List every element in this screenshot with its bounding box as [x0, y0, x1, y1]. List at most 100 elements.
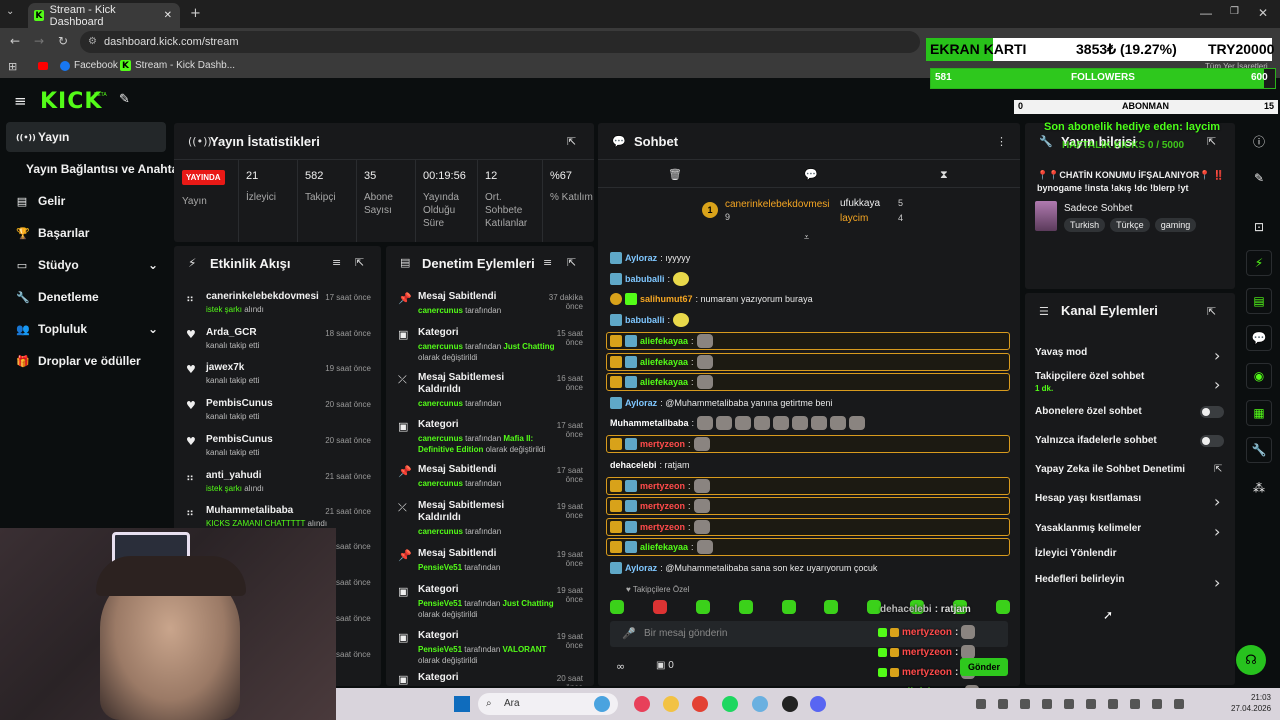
chat-username[interactable]: mertyzeon: [640, 501, 685, 511]
tray-icon[interactable]: [976, 699, 986, 709]
screenshot-icon[interactable]: ⊡: [1246, 214, 1272, 240]
tray-icon[interactable]: [1064, 699, 1074, 709]
popout-icon[interactable]: ⇱: [1207, 305, 1216, 318]
channel-action-item[interactable]: İzleyici Yönlendir: [1035, 548, 1117, 559]
hourglass-icon[interactable]: ⧗: [940, 168, 948, 182]
emote-icon[interactable]: [695, 600, 710, 614]
apps-icon[interactable]: ⊞: [8, 60, 17, 73]
sidebar-item[interactable]: Yayın Bağlantısı ve Anahtarı: [6, 154, 186, 184]
moderation-item[interactable]: ▣ Kategori 20 saat önce: [386, 672, 591, 686]
spotify-icon[interactable]: [722, 696, 738, 712]
close-tab-icon[interactable]: ✕: [164, 10, 172, 21]
popout-icon[interactable]: ⇱: [567, 135, 576, 148]
channel-action-item[interactable]: Hedefleri belirleyin: [1035, 574, 1124, 585]
channel-action-item[interactable]: Takipçilere özel sohbet 1 dk.: [1035, 371, 1144, 393]
youtube-icon[interactable]: [38, 62, 48, 70]
chat-message[interactable]: mertyzeon:: [610, 477, 710, 495]
moderation-item[interactable]: ⤫ Mesaj Sabitlemesi Kaldırıldı canercunus …: [386, 500, 591, 540]
collapse-icon[interactable]: ⩡: [804, 233, 809, 243]
forward-icon[interactable]: →: [34, 34, 44, 48]
activity-item[interactable]: ⠶ anti_yahudi istek şarkı alındı 21 saat ön…: [174, 470, 379, 506]
tray-icon[interactable]: [1108, 699, 1118, 709]
emote-icon[interactable]: [652, 600, 667, 614]
activity-item[interactable]: ♥ Arda_GCR kanalı takip etti 18 saat önce: [174, 327, 379, 363]
chat-message[interactable]: dehacelebi: ratjam: [610, 456, 690, 474]
chat-username[interactable]: aliefekayaa: [640, 336, 688, 346]
chat-username[interactable]: Ayloraz: [625, 253, 657, 263]
tray-icon[interactable]: [1152, 699, 1162, 709]
people-icon[interactable]: ⁂: [1246, 475, 1272, 501]
tools-icon[interactable]: ✎: [119, 92, 130, 107]
chevron-right-icon[interactable]: ›: [1214, 375, 1220, 394]
windows-start-icon[interactable]: [454, 696, 470, 712]
moderation-item[interactable]: ▣ Kategori PensieVe51 tarafından Just Chat…: [386, 584, 591, 624]
sidebar-item[interactable]: ▤ Gelir: [6, 186, 166, 216]
chat-message[interactable]: mertyzeon:: [610, 497, 710, 515]
chevron-right-icon[interactable]: ›: [1214, 346, 1220, 365]
close-window-icon[interactable]: ✕: [1258, 6, 1268, 20]
lightning-icon[interactable]: ⚡: [1246, 250, 1272, 276]
more-icon[interactable]: ⋮: [996, 135, 1007, 148]
channel-action-item[interactable]: Hesap yaşı kısıtlaması: [1035, 493, 1141, 504]
sidebar-item[interactable]: ((•)) Yayın: [6, 122, 166, 152]
info-icon[interactable]: ⓘ: [1246, 128, 1272, 154]
infinity-icon[interactable]: ∞: [616, 660, 625, 673]
tray-icon[interactable]: [1042, 699, 1052, 709]
tray-icon[interactable]: [1174, 699, 1184, 709]
site-info-icon[interactable]: ⚙: [88, 31, 97, 53]
chat-message[interactable]: babuballi:: [610, 311, 690, 329]
filter-icon[interactable]: ≡: [543, 256, 552, 269]
sidebar-item[interactable]: 🎁 Droplar ve ödüller: [6, 346, 166, 376]
chat-username[interactable]: aliefekayaa: [640, 357, 688, 367]
discord-icon[interactable]: [810, 696, 826, 712]
edit-icon[interactable]: ✎: [1246, 165, 1272, 191]
folder-icon[interactable]: [663, 696, 679, 712]
activity-item[interactable]: ♥ jawex7k kanalı takip etti 19 saat önce: [174, 362, 379, 398]
chat-icon[interactable]: 💬: [1246, 325, 1272, 351]
popout-icon[interactable]: ⇱: [1207, 135, 1216, 148]
new-tab-icon[interactable]: +: [190, 6, 201, 21]
tag-chip[interactable]: gaming: [1154, 218, 1197, 232]
bookmark-facebook[interactable]: Facebook: [60, 60, 118, 71]
emote-icon[interactable]: [610, 600, 624, 614]
app-icon[interactable]: [752, 696, 768, 712]
filter-icon[interactable]: ≡: [332, 256, 341, 269]
emote-icon[interactable]: [824, 600, 839, 614]
chat-message[interactable]: Muhammetalibaba:: [610, 414, 866, 432]
trash-icon[interactable]: 🗑: [668, 168, 682, 181]
tab-list-icon[interactable]: ⌄: [6, 6, 14, 17]
toggle-switch[interactable]: [1200, 406, 1224, 418]
minimize-icon[interactable]: —: [1200, 6, 1212, 20]
broadcast-icon[interactable]: ◉: [1246, 363, 1272, 389]
layout-icon[interactable]: ▦: [1246, 400, 1272, 426]
send-button[interactable]: Gönder: [960, 658, 1008, 676]
restore-icon[interactable]: ❐: [1230, 6, 1239, 17]
sidebar-item[interactable]: 🔧 Denetleme: [6, 282, 166, 312]
github-icon[interactable]: [782, 696, 798, 712]
chat-message[interactable]: aliefekayaa:: [610, 538, 713, 556]
sidebar-item[interactable]: ▭ Stüdyo ⌄: [6, 250, 166, 280]
chat-username[interactable]: Muhammetalibaba: [610, 418, 689, 428]
support-icon[interactable]: ☊: [1236, 645, 1266, 675]
file-explorer-icon[interactable]: [594, 696, 610, 712]
chat-username[interactable]: salihumut67: [640, 294, 693, 304]
toggle-switch[interactable]: [1200, 435, 1224, 447]
chat-username[interactable]: babuballi: [625, 274, 665, 284]
chat-username[interactable]: aliefekayaa: [640, 542, 688, 552]
chat-message[interactable]: Ayloraz: ıyyyyy: [610, 249, 690, 267]
moderation-item[interactable]: 📌 Mesaj Sabitlendi canercunus tarafından 37…: [386, 291, 591, 331]
chevron-right-icon[interactable]: ›: [1214, 492, 1220, 511]
chrome-icon[interactable]: [692, 696, 708, 712]
tray-icon[interactable]: [1020, 699, 1030, 709]
chat-username[interactable]: babuballi: [625, 315, 665, 325]
channel-action-item[interactable]: Yalnızca ifadelerle sohbet: [1035, 435, 1157, 446]
chat-message[interactable]: Ayloraz: @Muhammetalibaba yanına getirtm…: [610, 394, 832, 412]
moderation-item[interactable]: ▣ Kategori PensieVe51 tarafından VALORANT …: [386, 630, 591, 670]
moderation-item[interactable]: ⤫ Mesaj Sabitlemesi Kaldırıldı canercunus …: [386, 372, 591, 412]
chat-username[interactable]: aliefekayaa: [640, 377, 688, 387]
url-field[interactable]: ⚙ dashboard.kick.com/stream: [80, 31, 920, 53]
tray-icon[interactable]: [1130, 699, 1140, 709]
chevron-right-icon[interactable]: ›: [1214, 522, 1220, 541]
clock[interactable]: 21:03 27.04.2026: [1231, 692, 1271, 714]
reload-icon[interactable]: ↻: [58, 34, 68, 48]
